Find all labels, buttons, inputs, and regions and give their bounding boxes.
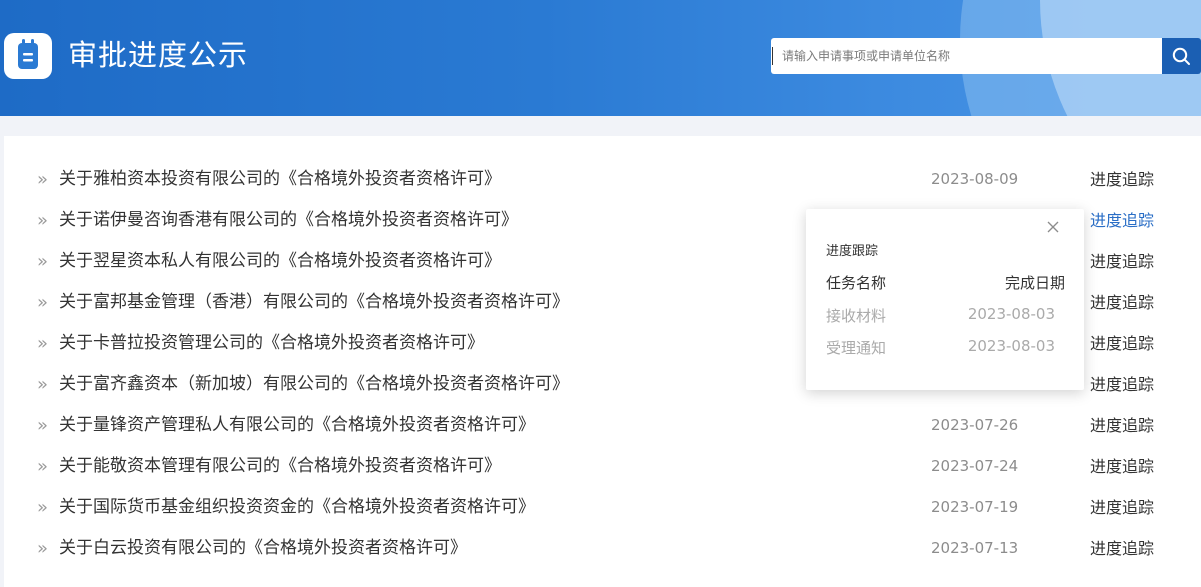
popover-title: 进度跟踪 (826, 244, 879, 259)
progress-tracking-link[interactable]: 进度追踪 (1090, 282, 1154, 323)
step-name: 受理通知 (826, 339, 887, 357)
item-title-link[interactable]: 关于白云投资有限公司的《合格境外投资者资格许可》 (59, 528, 467, 569)
progress-tracking-link[interactable]: 进度追踪 (1090, 405, 1154, 446)
progress-tracking-link[interactable]: 进度追踪 (1090, 446, 1154, 487)
item-title-link[interactable]: 关于富齐鑫资本（新加坡）有限公司的《合格境外投资者资格许可》 (59, 364, 569, 405)
item-date: 2023-07-13 (931, 539, 1019, 557)
progress-tracking-link[interactable]: 进度追踪 (1090, 323, 1154, 364)
progress-tracking-link[interactable]: 进度追踪 (1090, 159, 1154, 200)
search-icon (1172, 47, 1190, 65)
progress-tracking-link[interactable]: 进度追踪 (1090, 528, 1154, 569)
list-item: » 关于能敬资本管理有限公司的《合格境外投资者资格许可》 2023-07-24 … (4, 446, 1201, 487)
close-icon[interactable] (1046, 220, 1060, 234)
completion-date-header: 完成日期 (1004, 274, 1065, 292)
item-title-link[interactable]: 关于翌星资本私人有限公司的《合格境外投资者资格许可》 (59, 241, 501, 282)
progress-popover: 进度跟踪 任务名称 完成日期 接收材料 2023-08-03 受理通知 2023… (806, 209, 1084, 390)
list-item: » 关于白云投资有限公司的《合格境外投资者资格许可》 2023-07-13 进度… (4, 528, 1201, 569)
double-chevron-icon: » (37, 169, 49, 190)
double-chevron-icon: » (37, 497, 49, 518)
step-name: 接收材料 (826, 307, 887, 325)
item-title-link[interactable]: 关于量锋资产管理私人有限公司的《合格境外投资者资格许可》 (59, 405, 535, 446)
item-title-link[interactable]: 关于国际货币基金组织投资资金的《合格境外投资者资格许可》 (59, 487, 535, 528)
list-item: » 关于国际货币基金组织投资资金的《合格境外投资者资格许可》 2023-07-1… (4, 487, 1201, 528)
progress-tracking-link[interactable]: 进度追踪 (1090, 200, 1154, 241)
item-date: 2023-07-26 (931, 416, 1019, 434)
item-date: 2023-08-09 (931, 170, 1019, 188)
list-item: » 关于量锋资产管理私人有限公司的《合格境外投资者资格许可》 2023-07-2… (4, 405, 1201, 446)
page-title: 审批进度公示 (68, 38, 249, 72)
double-chevron-icon: » (37, 415, 49, 436)
list-item: » 关于雅柏资本投资有限公司的《合格境外投资者资格许可》 2023-08-09 … (4, 159, 1201, 200)
search-input[interactable] (771, 38, 1162, 74)
double-chevron-icon: » (37, 456, 49, 477)
progress-tracking-link[interactable]: 进度追踪 (1090, 487, 1154, 528)
progress-tracking-link[interactable]: 进度追踪 (1090, 241, 1154, 282)
double-chevron-icon: » (37, 333, 49, 354)
item-title-link[interactable]: 关于卡普拉投资管理公司的《合格境外投资者资格许可》 (59, 323, 484, 364)
item-title-link[interactable]: 关于诺伊曼咨询香港有限公司的《合格境外投资者资格许可》 (59, 200, 518, 241)
page-header: 审批进度公示 (0, 0, 1201, 116)
double-chevron-icon: » (37, 210, 49, 231)
item-title-link[interactable]: 关于雅柏资本投资有限公司的《合格境外投资者资格许可》 (59, 159, 501, 200)
double-chevron-icon: » (37, 251, 49, 272)
double-chevron-icon: » (37, 292, 49, 313)
search-field[interactable] (771, 38, 1162, 74)
progress-tracking-link[interactable]: 进度追踪 (1090, 364, 1154, 405)
item-title-link[interactable]: 关于能敬资本管理有限公司的《合格境外投资者资格许可》 (59, 446, 501, 487)
double-chevron-icon: » (37, 538, 49, 559)
step-date: 2023-08-03 (967, 305, 1055, 323)
task-name-header: 任务名称 (826, 274, 887, 292)
item-title-link[interactable]: 关于富邦基金管理（香港）有限公司的《合格境外投资者资格许可》 (59, 282, 569, 323)
clipboard-icon (4, 33, 52, 79)
step-date: 2023-08-03 (967, 337, 1055, 355)
item-date: 2023-07-24 (931, 457, 1019, 475)
item-date: 2023-07-19 (931, 498, 1019, 516)
search-button[interactable] (1162, 38, 1201, 74)
double-chevron-icon: » (37, 374, 49, 395)
